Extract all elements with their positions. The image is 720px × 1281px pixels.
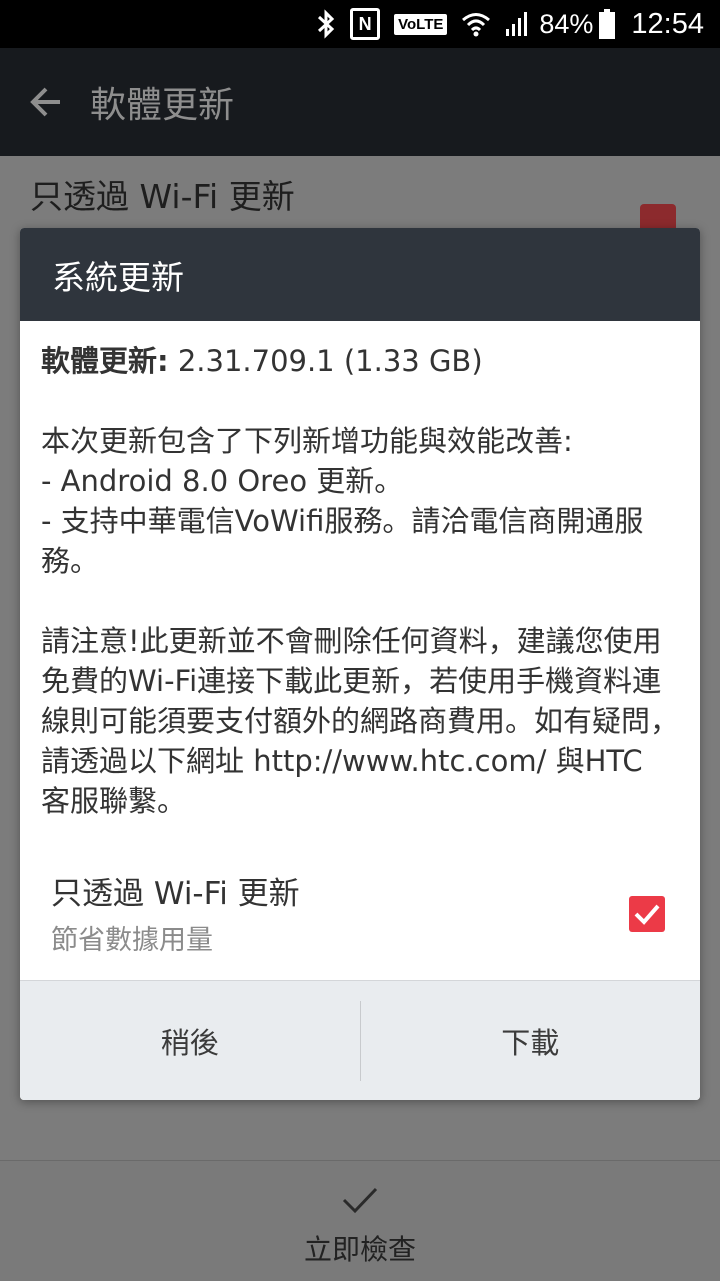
page-title: 軟體更新	[90, 85, 235, 126]
dialog-buttons: 稍後 下載	[20, 980, 700, 1100]
wifi-icon	[461, 11, 491, 37]
wifi-only-checkbox[interactable]	[629, 896, 665, 932]
wifi-only-option[interactable]: 只透過 Wi-Fi 更新 節省數據用量	[20, 856, 700, 956]
notes-item: - 支持中華電信VoWifi服務。請洽電信商開通服務。	[41, 504, 644, 578]
signal-icon	[505, 11, 529, 37]
dialog-title: 系統更新	[20, 228, 700, 321]
checkmark-icon[interactable]	[340, 1185, 380, 1215]
notes-item: - Android 8.0 Oreo 更新。	[41, 464, 404, 498]
check-now-button[interactable]: 立即檢查	[0, 1228, 720, 1268]
battery-percent: 84%	[539, 8, 594, 39]
wifi-only-subtitle: 節省數據用量	[51, 925, 213, 956]
back-arrow-icon[interactable]	[26, 82, 66, 122]
data-usage-notice: 請注意!此更新並不會刪除任何資料，建議您使用免費的Wi-Fi連接下載此更新，若使…	[41, 624, 680, 818]
download-button[interactable]: 下載	[361, 981, 701, 1100]
notes-intro: 本次更新包含了下列新增功能與效能改善:	[41, 424, 573, 458]
clock: 12:54	[631, 7, 704, 40]
later-button[interactable]: 稍後	[20, 981, 360, 1100]
underlying-wifi-only-label: 只透過 Wi-Fi 更新	[30, 177, 295, 216]
bluetooth-icon	[316, 9, 336, 39]
release-notes: 本次更新包含了下列新增功能與效能改善: - Android 8.0 Oreo 更…	[41, 421, 680, 581]
app-bar: 軟體更新	[0, 48, 720, 156]
version-line: 軟體更新: 2.31.709.1 (1.33 GB)	[41, 341, 680, 381]
battery-icon	[599, 9, 616, 39]
dialog-body: 軟體更新: 2.31.709.1 (1.33 GB) 本次更新包含了下列新增功能…	[20, 321, 700, 821]
checkmark-icon	[634, 904, 660, 925]
status-bar: N VoLTE 84% 12:54	[0, 0, 720, 48]
nfc-icon: N	[350, 8, 381, 40]
wifi-only-title: 只透過 Wi-Fi 更新	[51, 876, 300, 912]
system-update-dialog: 系統更新 軟體更新: 2.31.709.1 (1.33 GB) 本次更新包含了下…	[20, 228, 700, 1100]
volte-badge: VoLTE	[394, 13, 448, 35]
version-value: 2.31.709.1 (1.33 GB)	[168, 344, 483, 378]
version-label: 軟體更新:	[41, 344, 169, 378]
